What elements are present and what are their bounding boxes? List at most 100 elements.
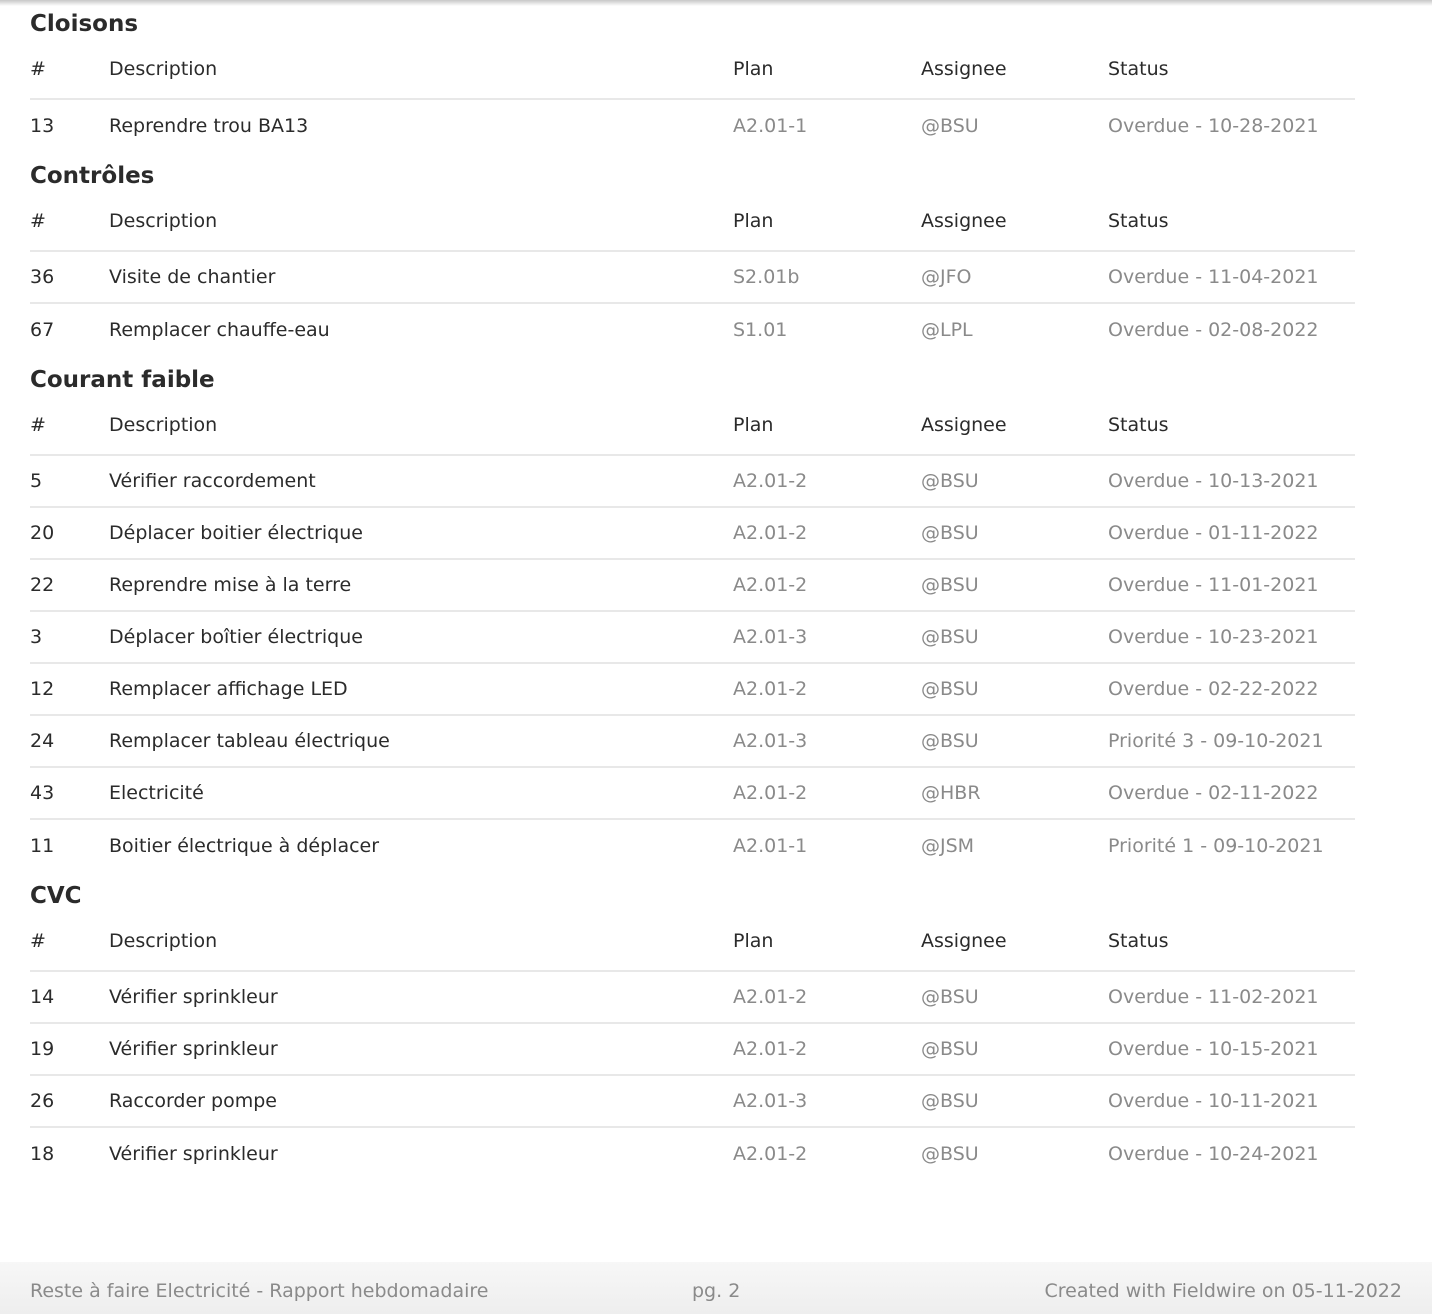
task-number: 20 [30, 522, 55, 544]
table-row: 67 Remplacer chauffe-eau S1.01 @LPL Over… [30, 304, 1355, 356]
table-row: 24 Remplacer tableau électrique A2.01-3 … [30, 716, 1355, 768]
task-assignee: @HBR [921, 782, 981, 804]
task-description: Vérifier raccordement [109, 470, 316, 492]
task-plan: A2.01-1 [733, 115, 808, 137]
column-header-plan: Plan [733, 210, 774, 232]
task-number: 18 [30, 1143, 55, 1165]
table-header: # Description Plan Assignee Status [30, 192, 1355, 252]
column-header-number: # [30, 414, 46, 436]
task-plan: A2.01-2 [733, 1038, 808, 1060]
page-footer: Reste à faire Electricité - Rapport hebd… [0, 1262, 1432, 1314]
table-header: # Description Plan Assignee Status [30, 40, 1355, 100]
task-description: Boitier électrique à déplacer [109, 835, 380, 857]
task-number: 14 [30, 986, 55, 1008]
task-assignee: @JSM [921, 835, 975, 857]
task-plan: A2.01-2 [733, 470, 808, 492]
table-row: 26 Raccorder pompe A2.01-3 @BSU Overdue … [30, 1076, 1355, 1128]
section-courant-faible: Courant faible # Description Plan Assign… [30, 356, 1355, 872]
task-plan: A2.01-2 [733, 782, 808, 804]
task-description: Remplacer tableau électrique [109, 730, 390, 752]
column-header-assignee: Assignee [921, 930, 1007, 952]
column-header-description: Description [109, 210, 218, 232]
task-description: Remplacer chauffe-eau [109, 319, 330, 341]
table-row: 5 Vérifier raccordement A2.01-2 @BSU Ove… [30, 456, 1355, 508]
task-number: 12 [30, 678, 55, 700]
table-row: 18 Vérifier sprinkleur A2.01-2 @BSU Over… [30, 1128, 1355, 1180]
task-description: Vérifier sprinkleur [109, 1143, 278, 1165]
task-plan: A2.01-2 [733, 678, 808, 700]
task-number: 36 [30, 266, 55, 288]
column-header-number: # [30, 58, 46, 80]
task-status: Overdue - 02-08-2022 [1108, 319, 1319, 341]
task-number: 13 [30, 115, 55, 137]
task-status: Overdue - 10-11-2021 [1108, 1090, 1319, 1112]
section-title: Courant faible [30, 367, 215, 393]
footer-report-title: Reste à faire Electricité - Rapport hebd… [30, 1280, 489, 1302]
task-description: Déplacer boîtier électrique [109, 626, 363, 648]
column-header-plan: Plan [733, 58, 774, 80]
task-plan: A2.01-3 [733, 1090, 808, 1112]
task-status: Priorité 3 - 09-10-2021 [1108, 730, 1324, 752]
table-row: 36 Visite de chantier S2.01b @JFO Overdu… [30, 252, 1355, 304]
task-description: Déplacer boitier électrique [109, 522, 363, 544]
task-number: 11 [30, 835, 55, 857]
table-row: 14 Vérifier sprinkleur A2.01-2 @BSU Over… [30, 972, 1355, 1024]
task-number: 26 [30, 1090, 55, 1112]
task-number: 43 [30, 782, 55, 804]
column-header-description: Description [109, 414, 218, 436]
table-header: # Description Plan Assignee Status [30, 396, 1355, 456]
task-number: 3 [30, 626, 43, 648]
task-status: Overdue - 11-04-2021 [1108, 266, 1319, 288]
section-title: Contrôles [30, 163, 155, 189]
task-plan: S1.01 [733, 319, 788, 341]
section-title: CVC [30, 883, 82, 909]
column-header-assignee: Assignee [921, 414, 1007, 436]
table-row: 43 Electricité A2.01-2 @HBR Overdue - 02… [30, 768, 1355, 820]
column-header-status: Status [1108, 210, 1169, 232]
task-assignee: @BSU [921, 986, 979, 1008]
column-header-plan: Plan [733, 414, 774, 436]
task-number: 19 [30, 1038, 55, 1060]
task-plan: A2.01-1 [733, 835, 808, 857]
task-assignee: @BSU [921, 1090, 979, 1112]
section-controles: Contrôles # Description Plan Assignee St… [30, 152, 1355, 356]
task-description: Vérifier sprinkleur [109, 986, 278, 1008]
section-cloisons: Cloisons # Description Plan Assignee Sta… [30, 0, 1355, 152]
task-status: Overdue - 11-02-2021 [1108, 986, 1319, 1008]
section-cvc: CVC # Description Plan Assignee Status 1… [30, 872, 1355, 1180]
table-row: 19 Vérifier sprinkleur A2.01-2 @BSU Over… [30, 1024, 1355, 1076]
table-row: 11 Boitier électrique à déplacer A2.01-1… [30, 820, 1355, 872]
task-status: Overdue - 10-15-2021 [1108, 1038, 1319, 1060]
task-status: Overdue - 02-11-2022 [1108, 782, 1319, 804]
table-row: 13 Reprendre trou BA13 A2.01-1 @BSU Over… [30, 100, 1355, 152]
footer-created-with: Created with Fieldwire on 05-11-2022 [1044, 1280, 1402, 1302]
task-number: 5 [30, 470, 43, 492]
column-header-status: Status [1108, 930, 1169, 952]
task-assignee: @BSU [921, 115, 979, 137]
report-content: Cloisons # Description Plan Assignee Sta… [30, 0, 1355, 1180]
task-assignee: @BSU [921, 522, 979, 544]
task-plan: A2.01-2 [733, 522, 808, 544]
task-status: Overdue - 10-13-2021 [1108, 470, 1319, 492]
column-header-number: # [30, 210, 46, 232]
task-number: 67 [30, 319, 55, 341]
task-assignee: @BSU [921, 574, 979, 596]
task-assignee: @BSU [921, 1143, 979, 1165]
task-description: Remplacer affichage LED [109, 678, 348, 700]
task-description: Reprendre mise à la terre [109, 574, 352, 596]
column-header-assignee: Assignee [921, 58, 1007, 80]
task-status: Overdue - 11-01-2021 [1108, 574, 1319, 596]
task-plan: A2.01-2 [733, 1143, 808, 1165]
table-header: # Description Plan Assignee Status [30, 912, 1355, 972]
table-row: 12 Remplacer affichage LED A2.01-2 @BSU … [30, 664, 1355, 716]
table-row: 20 Déplacer boitier électrique A2.01-2 @… [30, 508, 1355, 560]
task-number: 22 [30, 574, 55, 596]
task-plan: S2.01b [733, 266, 800, 288]
task-assignee: @BSU [921, 626, 979, 648]
column-header-description: Description [109, 930, 218, 952]
column-header-number: # [30, 930, 46, 952]
table-row: 3 Déplacer boîtier électrique A2.01-3 @B… [30, 612, 1355, 664]
task-description: Visite de chantier [109, 266, 276, 288]
task-assignee: @BSU [921, 730, 979, 752]
task-number: 24 [30, 730, 55, 752]
